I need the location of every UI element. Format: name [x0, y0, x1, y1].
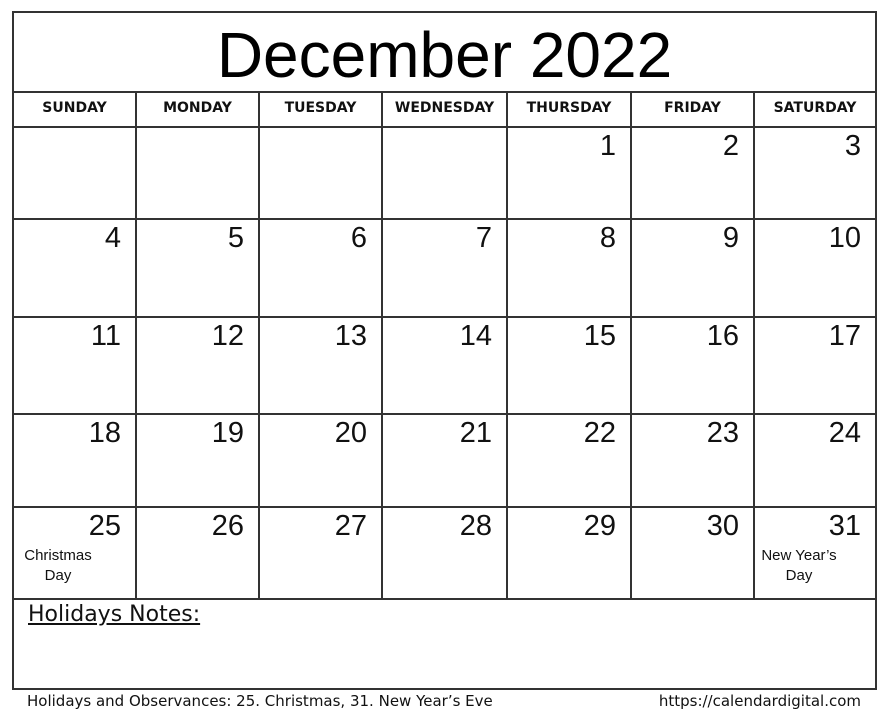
day-number: 2	[722, 130, 739, 162]
day-cell-12[interactable]: 12	[137, 318, 260, 413]
day-number: 26	[211, 510, 244, 542]
day-cell-4[interactable]: 4	[14, 220, 137, 316]
week-row: 11 12 13 14 15 16 17	[14, 318, 875, 415]
day-cell-24[interactable]: 24	[755, 415, 875, 506]
holidays-notes-title: Holidays Notes:	[28, 602, 201, 627]
day-number: 17	[828, 320, 861, 352]
day-cell-30[interactable]: 30	[632, 508, 755, 598]
day-number: 23	[706, 417, 739, 449]
weekday-header-sunday: SUNDAY	[14, 93, 137, 126]
day-number: 29	[583, 510, 616, 542]
day-cell-10[interactable]: 10	[755, 220, 875, 316]
week-row: 4 5 6 7 8 9 10	[14, 220, 875, 318]
week-row: 25 Christmas Day 26 27 28 29 30 31 New Year’s Da…	[14, 508, 875, 600]
day-number: 27	[334, 510, 367, 542]
day-number: 30	[706, 510, 739, 542]
day-number: 25	[88, 510, 121, 542]
day-cell-5[interactable]: 5	[137, 220, 260, 316]
day-cell-26[interactable]: 26	[137, 508, 260, 598]
day-number: 19	[211, 417, 244, 449]
day-number: 9	[722, 222, 739, 254]
day-number: 11	[90, 320, 121, 352]
day-number: 22	[583, 417, 616, 449]
day-number: 13	[334, 320, 367, 352]
day-cell-29[interactable]: 29	[508, 508, 632, 598]
day-number: 20	[334, 417, 367, 449]
day-cell-14[interactable]: 14	[383, 318, 508, 413]
day-cell-27[interactable]: 27	[260, 508, 383, 598]
day-cell-empty[interactable]	[260, 128, 383, 218]
day-cell-empty[interactable]	[137, 128, 260, 218]
day-cell-18[interactable]: 18	[14, 415, 137, 506]
day-number: 6	[350, 222, 367, 254]
day-cell-25[interactable]: 25 Christmas Day	[14, 508, 137, 598]
day-cell-7[interactable]: 7	[383, 220, 508, 316]
calendar: December 2022 SUNDAY MONDAY TUESDAY WEDNESD…	[12, 11, 877, 690]
day-cell-28[interactable]: 28	[383, 508, 508, 598]
holiday-label: Christmas Day	[24, 547, 92, 584]
day-number: 12	[211, 320, 244, 352]
day-number: 24	[828, 417, 861, 449]
day-number: 15	[583, 320, 616, 352]
day-number: 3	[844, 130, 861, 162]
week-row: 18 19 20 21 22 23 24	[14, 415, 875, 508]
day-cell-3[interactable]: 3	[755, 128, 875, 218]
day-number: 14	[459, 320, 492, 352]
day-cell-15[interactable]: 15	[508, 318, 632, 413]
day-number: 8	[599, 222, 616, 254]
day-number: 7	[475, 222, 492, 254]
holiday-label: New Year’s Day	[761, 547, 837, 584]
day-cell-6[interactable]: 6	[260, 220, 383, 316]
day-number: 10	[828, 222, 861, 254]
calendar-title: December 2022	[14, 13, 875, 93]
holidays-notes-box: Holidays Notes:	[14, 600, 875, 688]
day-number: 4	[104, 222, 121, 254]
day-cell-9[interactable]: 9	[632, 220, 755, 316]
day-cell-22[interactable]: 22	[508, 415, 632, 506]
day-number: 5	[227, 222, 244, 254]
day-cell-8[interactable]: 8	[508, 220, 632, 316]
day-number: 31	[828, 510, 861, 542]
day-cell-16[interactable]: 16	[632, 318, 755, 413]
weekday-header-monday: MONDAY	[137, 93, 260, 126]
day-number: 1	[599, 130, 616, 162]
day-number: 28	[459, 510, 492, 542]
observances-footer: Holidays and Observances: 25. Christmas,…	[27, 692, 493, 710]
weekday-header-row: SUNDAY MONDAY TUESDAY WEDNESDAY THURSDAY FRID…	[14, 93, 875, 128]
day-cell-empty[interactable]	[383, 128, 508, 218]
day-cell-13[interactable]: 13	[260, 318, 383, 413]
weekday-header-friday: FRIDAY	[632, 93, 755, 126]
weekday-header-wednesday: WEDNESDAY	[383, 93, 508, 126]
weekday-header-tuesday: TUESDAY	[260, 93, 383, 126]
day-number: 21	[459, 417, 492, 449]
source-url[interactable]: https://calendardigital.com	[659, 692, 861, 710]
day-cell-20[interactable]: 20	[260, 415, 383, 506]
day-cell-2[interactable]: 2	[632, 128, 755, 218]
weekday-header-saturday: SATURDAY	[773, 100, 857, 116]
week-row: 1 2 3	[14, 128, 875, 220]
day-cell-31[interactable]: 31 New Year’s Day	[755, 508, 875, 598]
day-number: 18	[88, 417, 121, 449]
day-cell-21[interactable]: 21	[383, 415, 508, 506]
day-cell-11[interactable]: 11	[14, 318, 137, 413]
day-cell-empty[interactable]	[14, 128, 137, 218]
day-number: 16	[706, 320, 739, 352]
day-cell-1[interactable]: 1	[508, 128, 632, 218]
day-cell-19[interactable]: 19	[137, 415, 260, 506]
day-cell-23[interactable]: 23	[632, 415, 755, 506]
day-cell-17[interactable]: 17	[755, 318, 875, 413]
weekday-header-thursday: THURSDAY	[508, 93, 632, 126]
